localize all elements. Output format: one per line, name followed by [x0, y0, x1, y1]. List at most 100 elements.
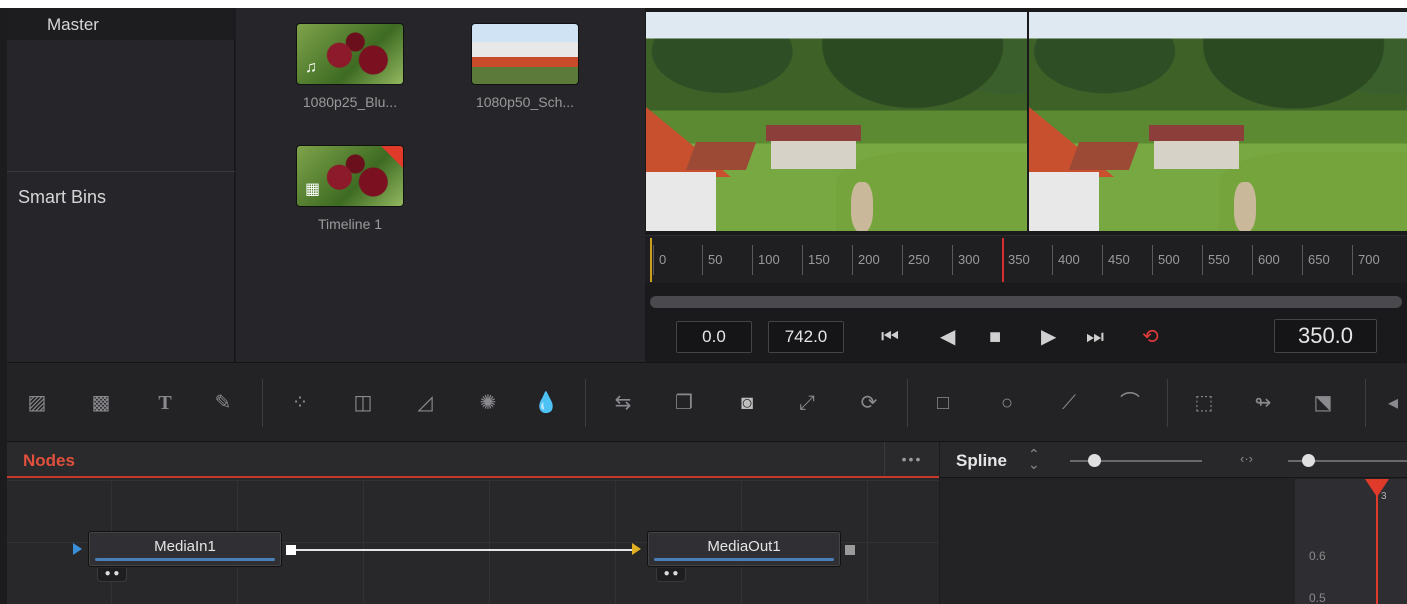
- more-tools-icon[interactable]: ◂: [1379, 389, 1407, 417]
- node-bar: [95, 558, 275, 561]
- background-tool-icon[interactable]: ▨: [23, 389, 51, 417]
- ruler-tick: 250: [902, 245, 930, 275]
- scene-shed: [1154, 141, 1239, 169]
- timeline-icon: ▦: [305, 181, 321, 198]
- render-end-field[interactable]: 742.0: [768, 321, 844, 353]
- node-name: MediaOut1: [707, 538, 781, 555]
- clip-thumbnail[interactable]: ♫: [296, 23, 404, 85]
- spline-graph[interactable]: 3 0.6 0.5: [1295, 479, 1407, 604]
- resize-tool-icon[interactable]: ⤢: [793, 389, 821, 417]
- timeline-thumbnail[interactable]: ▦: [296, 145, 404, 207]
- paint-tool-icon[interactable]: ✎: [209, 389, 237, 417]
- ruler-tick: 300: [952, 245, 980, 275]
- clip-1[interactable]: ♫ 1080p25_Blu...: [290, 23, 410, 110]
- fast-noise-tool-icon[interactable]: ▩: [87, 389, 115, 417]
- scene-path: [1234, 182, 1256, 231]
- toolbar-divider: [585, 379, 586, 427]
- ruler-tick: 700: [1352, 245, 1380, 275]
- go-to-end-icon[interactable]: ⏭: [1086, 324, 1104, 350]
- in-point-marker[interactable]: [650, 238, 652, 282]
- ruler-tick: 600: [1252, 245, 1280, 275]
- transport-controls: 0.0 742.0 ⏮ ◀ ■ ▶ ⏭ ⟲ 350.0: [645, 312, 1407, 362]
- ellipse-mask-icon[interactable]: ○: [993, 389, 1021, 417]
- color-curves-tool-icon[interactable]: ◫: [349, 389, 377, 417]
- loop-icon[interactable]: ⟲: [1142, 324, 1159, 350]
- graph-value-label: 0.5: [1309, 591, 1326, 604]
- ruler-tick: 100: [752, 245, 780, 275]
- timeline-corner-flag: [381, 146, 403, 168]
- node-link[interactable]: [296, 549, 632, 551]
- particles-tool-icon[interactable]: ⁘: [286, 389, 314, 417]
- nodes-title: Nodes: [23, 451, 75, 470]
- color-correct-tool-icon[interactable]: ◿: [411, 389, 439, 417]
- polygon-mask-icon[interactable]: ⟋: [1055, 389, 1083, 417]
- ruler-tick: 150: [802, 245, 830, 275]
- zoom-x-slider-knob[interactable]: [1302, 454, 1315, 467]
- nodes-options-button[interactable]: •••: [884, 442, 939, 476]
- matte-control-icon[interactable]: ◙: [733, 389, 761, 417]
- music-note-icon: ♫: [305, 59, 317, 76]
- toolbar-divider: [262, 379, 263, 427]
- bspline-mask-icon[interactable]: ⌒: [1116, 389, 1144, 417]
- smart-bins-header: Smart Bins: [18, 187, 107, 207]
- stop-icon[interactable]: ■: [989, 324, 1001, 350]
- output-port[interactable]: [845, 545, 855, 555]
- spline-title: Spline: [956, 451, 1008, 470]
- play-reverse-icon[interactable]: ◀: [940, 324, 955, 350]
- channel-booleans-icon[interactable]: ❐: [670, 389, 698, 417]
- go-to-start-icon[interactable]: ⏮: [881, 324, 899, 350]
- input-arrow: [632, 543, 641, 555]
- current-time-field[interactable]: 350.0: [1274, 319, 1377, 353]
- viewer-right[interactable]: [1029, 12, 1407, 231]
- graph-playhead-label: 3: [1381, 491, 1387, 502]
- scene-path: [851, 182, 873, 231]
- clip-label: 1080p25_Blu...: [302, 94, 398, 110]
- scene-wall: [1029, 172, 1099, 231]
- render-start-field[interactable]: 0.0: [676, 321, 752, 353]
- toolbar-divider: [907, 379, 908, 427]
- node-mediain1[interactable]: MediaIn1 ● ●: [88, 531, 282, 582]
- drop-icon[interactable]: 💧: [532, 389, 560, 417]
- output-port[interactable]: [286, 545, 296, 555]
- node-mediaout1[interactable]: MediaOut1 ● ●: [647, 531, 841, 582]
- bin-master[interactable]: Master: [7, 8, 235, 40]
- viewer-left[interactable]: [646, 12, 1027, 231]
- text-tool-icon[interactable]: T: [151, 389, 179, 417]
- spline-dropdown-icon[interactable]: ⌃ ⌄: [1028, 447, 1040, 471]
- zoom-y-slider-knob[interactable]: [1088, 454, 1101, 467]
- scene-roof: [685, 142, 757, 170]
- scene-roof: [1068, 142, 1140, 170]
- node-thumbnail-toggle[interactable]: ● ●: [97, 568, 127, 582]
- play-icon[interactable]: ▶: [1041, 324, 1056, 350]
- scene-wall: [646, 172, 716, 231]
- renderer-3d-icon[interactable]: ↬: [1249, 389, 1277, 417]
- nodes-panel: Nodes ••• MediaIn1 ● ● MediaOut1 ● ●: [7, 442, 939, 604]
- media-pool: ♫ 1080p25_Blu... 1080p50_Sch... ▦ Timeli…: [236, 8, 645, 362]
- scene-shed-roof: [1149, 125, 1244, 141]
- clip-timeline[interactable]: ▦ Timeline 1: [290, 145, 410, 232]
- ruler-tick: 0: [653, 245, 666, 275]
- merge-3d-icon[interactable]: ⬔: [1309, 389, 1337, 417]
- scrub-bar[interactable]: [650, 296, 1402, 308]
- viewers: [645, 8, 1407, 362]
- input-arrow: [73, 543, 82, 555]
- ruler-tick: 650: [1302, 245, 1330, 275]
- ruler-tick: 50: [702, 245, 722, 275]
- clip-thumbnail[interactable]: [471, 23, 579, 85]
- scene-shed: [771, 141, 856, 169]
- clip-2[interactable]: 1080p50_Sch...: [465, 23, 585, 110]
- merge-tool-icon[interactable]: ⇆: [609, 389, 637, 417]
- ruler-tick: 550: [1202, 245, 1230, 275]
- nodes-header: Nodes •••: [7, 442, 939, 478]
- rectangle-mask-icon[interactable]: □: [929, 389, 957, 417]
- image-plane-3d-icon[interactable]: ⬚: [1190, 389, 1218, 417]
- playhead[interactable]: [1002, 238, 1004, 282]
- transform-tool-icon[interactable]: ⟳: [855, 389, 883, 417]
- node-bar: [654, 558, 834, 561]
- ruler-tick: 450: [1102, 245, 1130, 275]
- ruler-tick: 200: [852, 245, 880, 275]
- bin-master-label: Master: [47, 15, 99, 34]
- node-thumbnail-toggle[interactable]: ● ●: [656, 568, 686, 582]
- time-ruler[interactable]: 0 50 100 150 200 250 300 350 400 450 500…: [645, 235, 1407, 283]
- brightness-contrast-icon[interactable]: ✺: [474, 389, 502, 417]
